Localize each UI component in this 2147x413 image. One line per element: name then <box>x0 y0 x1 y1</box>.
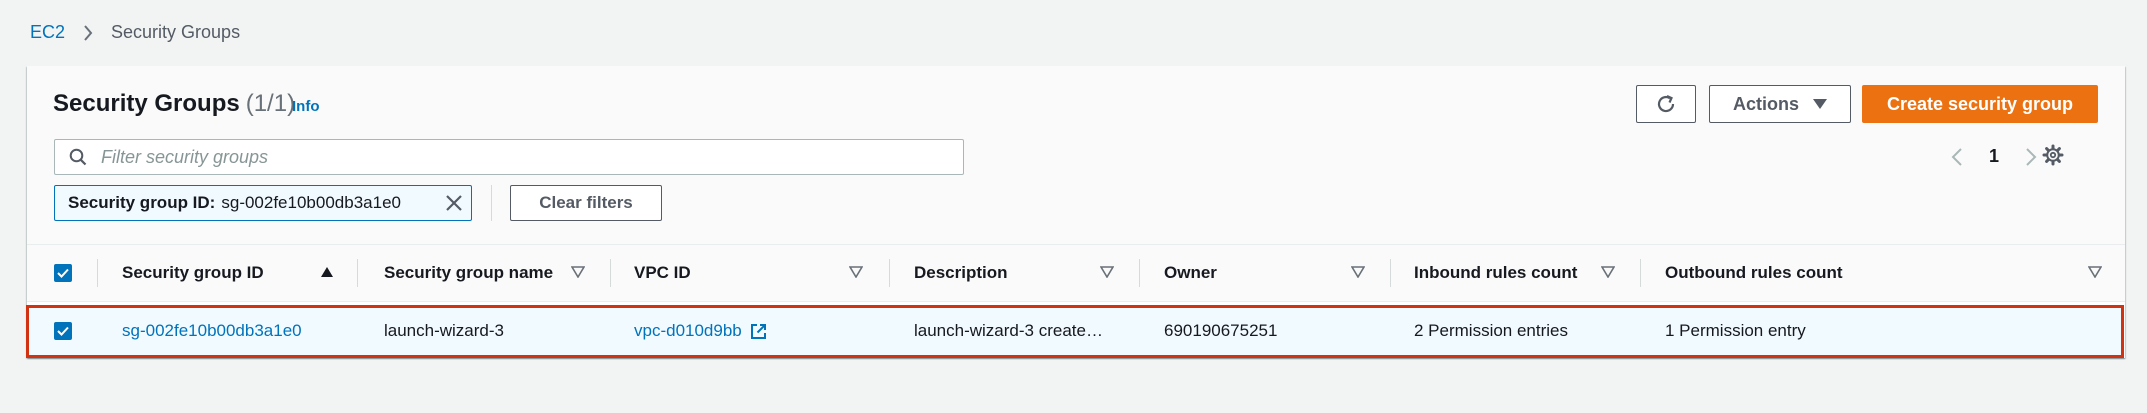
vpc-id-text: vpc-d010d9bb <box>634 321 742 340</box>
column-header-outbound-rules-count[interactable]: Outbound rules count <box>1665 245 1843 301</box>
panel-header: Security Groups (1/1) Info Actions Create… <box>27 66 2125 245</box>
sort-icon[interactable] <box>1100 266 1114 278</box>
row-checkbox[interactable] <box>54 322 72 340</box>
info-link[interactable]: Info <box>292 98 320 115</box>
column-header-security-group-name[interactable]: Security group name <box>384 245 553 301</box>
security-groups-table: Security group ID Security group name VP… <box>27 245 2125 302</box>
search-input[interactable] <box>99 145 963 169</box>
table-row[interactable]: sg-002fe10b00db3a1e0 launch-wizard-3 vpc… <box>26 305 2124 358</box>
column-header-inbound-rules-count[interactable]: Inbound rules count <box>1414 245 1577 301</box>
breadcrumb-ec2-link[interactable]: EC2 <box>30 22 65 43</box>
external-link-icon <box>750 323 767 340</box>
search-box <box>54 139 964 175</box>
column-divider <box>357 259 358 287</box>
chevron-left-icon[interactable] <box>1951 147 1963 166</box>
search-icon <box>69 148 87 166</box>
clear-filters-button[interactable]: Clear filters <box>510 185 662 221</box>
page-title-text: Security Groups <box>53 90 240 117</box>
filter-divider <box>491 185 492 221</box>
security-group-id-link[interactable]: sg-002fe10b00db3a1e0 <box>122 321 302 341</box>
sort-ascending-icon[interactable] <box>320 266 334 278</box>
column-divider <box>1390 259 1391 287</box>
checkmark-icon <box>57 268 69 278</box>
select-all-checkbox[interactable] <box>54 264 72 282</box>
checkmark-icon <box>57 326 69 336</box>
vpc-id-link[interactable]: vpc-d010d9bb <box>634 321 767 341</box>
column-divider <box>1640 259 1641 287</box>
owner-cell: 690190675251 <box>1164 321 1278 340</box>
actions-label: Actions <box>1732 93 1799 114</box>
column-header-owner[interactable]: Owner <box>1164 245 1217 301</box>
sort-icon[interactable] <box>849 266 863 278</box>
close-icon[interactable] <box>445 194 463 212</box>
pagination: 1 <box>1951 146 2037 167</box>
outbound-rules-count-cell: 1 Permission entry <box>1665 321 1806 340</box>
caret-down-icon <box>1813 99 1827 109</box>
column-header-security-group-id[interactable]: Security group ID <box>122 245 264 301</box>
column-divider <box>889 259 890 287</box>
security-groups-panel: Security Groups (1/1) Info Actions Create… <box>26 66 2125 358</box>
filter-token-key: Security group ID: <box>68 193 216 212</box>
create-security-group-button[interactable]: Create security group <box>1862 85 2098 123</box>
column-header-vpc-id[interactable]: VPC ID <box>634 245 691 301</box>
filter-token: Security group ID: sg-002fe10b00db3a1e0 <box>54 185 472 221</box>
column-divider <box>97 259 98 287</box>
selection-count: (1/1) <box>245 90 296 117</box>
actions-button[interactable]: Actions <box>1709 85 1851 123</box>
chevron-right-icon <box>83 24 93 41</box>
breadcrumb-current: Security Groups <box>111 22 241 42</box>
column-divider <box>1139 259 1140 287</box>
current-page[interactable]: 1 <box>1989 146 1999 167</box>
breadcrumb: EC2 Security Groups <box>30 22 240 43</box>
sort-icon[interactable] <box>2088 266 2102 278</box>
filter-token-value: sg-002fe10b00db3a1e0 <box>221 193 401 212</box>
sort-icon[interactable] <box>1601 266 1615 278</box>
sort-icon[interactable] <box>571 266 585 278</box>
security-group-name-cell: launch-wizard-3 <box>384 321 504 340</box>
refresh-button[interactable] <box>1636 85 1696 123</box>
table-header: Security group ID Security group name VP… <box>27 245 2125 302</box>
inbound-rules-count-cell: 2 Permission entries <box>1414 321 1569 340</box>
column-divider <box>610 259 611 287</box>
sort-icon[interactable] <box>1351 266 1365 278</box>
description-cell: launch-wizard-3 create… <box>914 321 1103 340</box>
column-header-description[interactable]: Description <box>914 245 1008 301</box>
refresh-icon <box>1655 93 1677 115</box>
chevron-right-icon[interactable] <box>2025 147 2037 166</box>
gear-icon[interactable] <box>2042 144 2064 166</box>
page-title: Security Groups (1/1) <box>53 90 295 118</box>
